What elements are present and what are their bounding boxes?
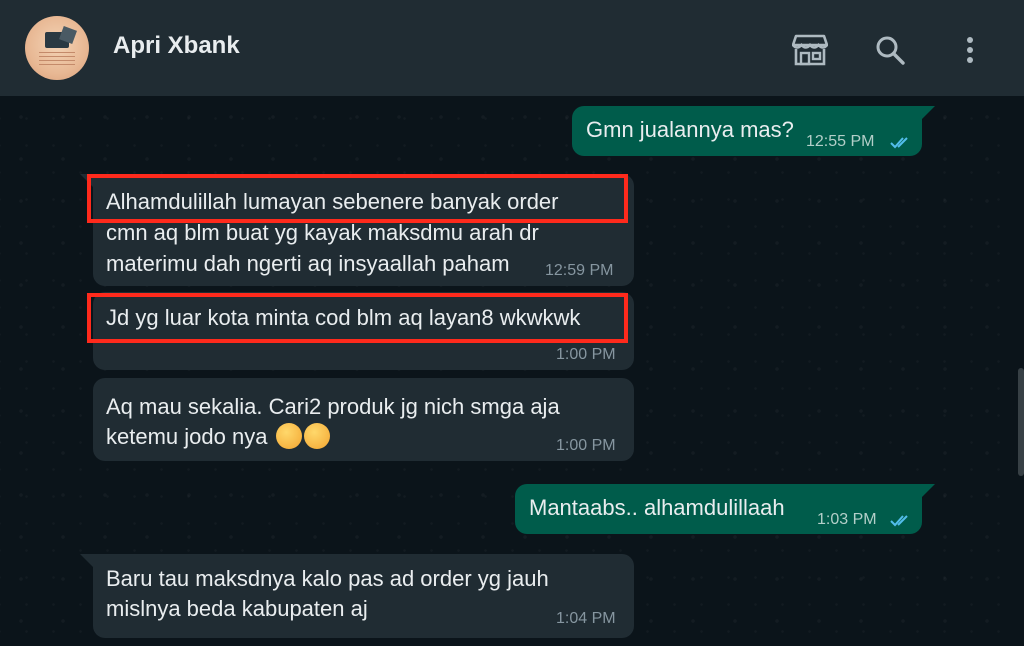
read-ticks-icon	[890, 137, 908, 149]
message-line: Baru tau maksdnya kalo pas ad order yg j…	[106, 566, 549, 591]
avatar-text-lines	[39, 52, 75, 66]
highlight-box	[87, 293, 628, 343]
message-line: Aq mau sekalia. Cari2 produk jg nich smg…	[106, 394, 560, 419]
message-time: 1:00 PM	[556, 437, 616, 454]
shop-icon[interactable]	[790, 30, 830, 70]
message-line: mislnya beda kabupaten aj	[106, 596, 368, 621]
more-vertical-icon[interactable]	[950, 30, 990, 70]
message-list[interactable]: Gmn jualannya mas? 12:55 PM Alhamdulilla…	[0, 96, 1024, 646]
search-icon[interactable]	[870, 30, 910, 70]
message-line: ketemu jodo nya	[106, 424, 268, 449]
message-line: materimu dah ngerti aq insyaallah paham	[106, 251, 510, 276]
contact-name[interactable]: Apri Xbank	[113, 32, 240, 60]
message-text: Gmn jualannya mas?	[586, 117, 794, 142]
message-bubble-out[interactable]: Gmn jualannya mas? 12:55 PM	[572, 106, 935, 156]
highlight-box	[87, 174, 628, 223]
message-line-with-emoji: ketemu jodo nya	[106, 421, 330, 452]
scrollbar[interactable]	[1018, 368, 1024, 476]
bubble-tail	[921, 484, 935, 498]
contact-avatar[interactable]	[25, 16, 89, 80]
message-bubble-out[interactable]: Mantaabs.. alhamdulillaah 1:03 PM	[515, 484, 935, 534]
message-bubble-in[interactable]: Baru tau maksdnya kalo pas ad order yg j…	[80, 554, 634, 638]
message-time: 12:59 PM	[545, 262, 614, 279]
message-bubble-in[interactable]: Aq mau sekalia. Cari2 produk jg nich smg…	[93, 378, 634, 461]
bubble-tail	[80, 554, 94, 568]
bubble-tail	[921, 106, 935, 120]
read-ticks-icon	[890, 515, 908, 527]
chat-header: Apri Xbank	[0, 0, 1024, 96]
message-time: 12:55 PM	[806, 133, 875, 150]
message-time: 1:03 PM	[817, 511, 877, 528]
face-with-hand-over-mouth-icon	[303, 423, 330, 449]
message-time: 1:04 PM	[556, 610, 616, 627]
face-with-hand-over-mouth-icon	[275, 423, 302, 449]
message-text: Mantaabs.. alhamdulillaah	[529, 495, 785, 520]
message-time: 1:00 PM	[556, 346, 616, 363]
